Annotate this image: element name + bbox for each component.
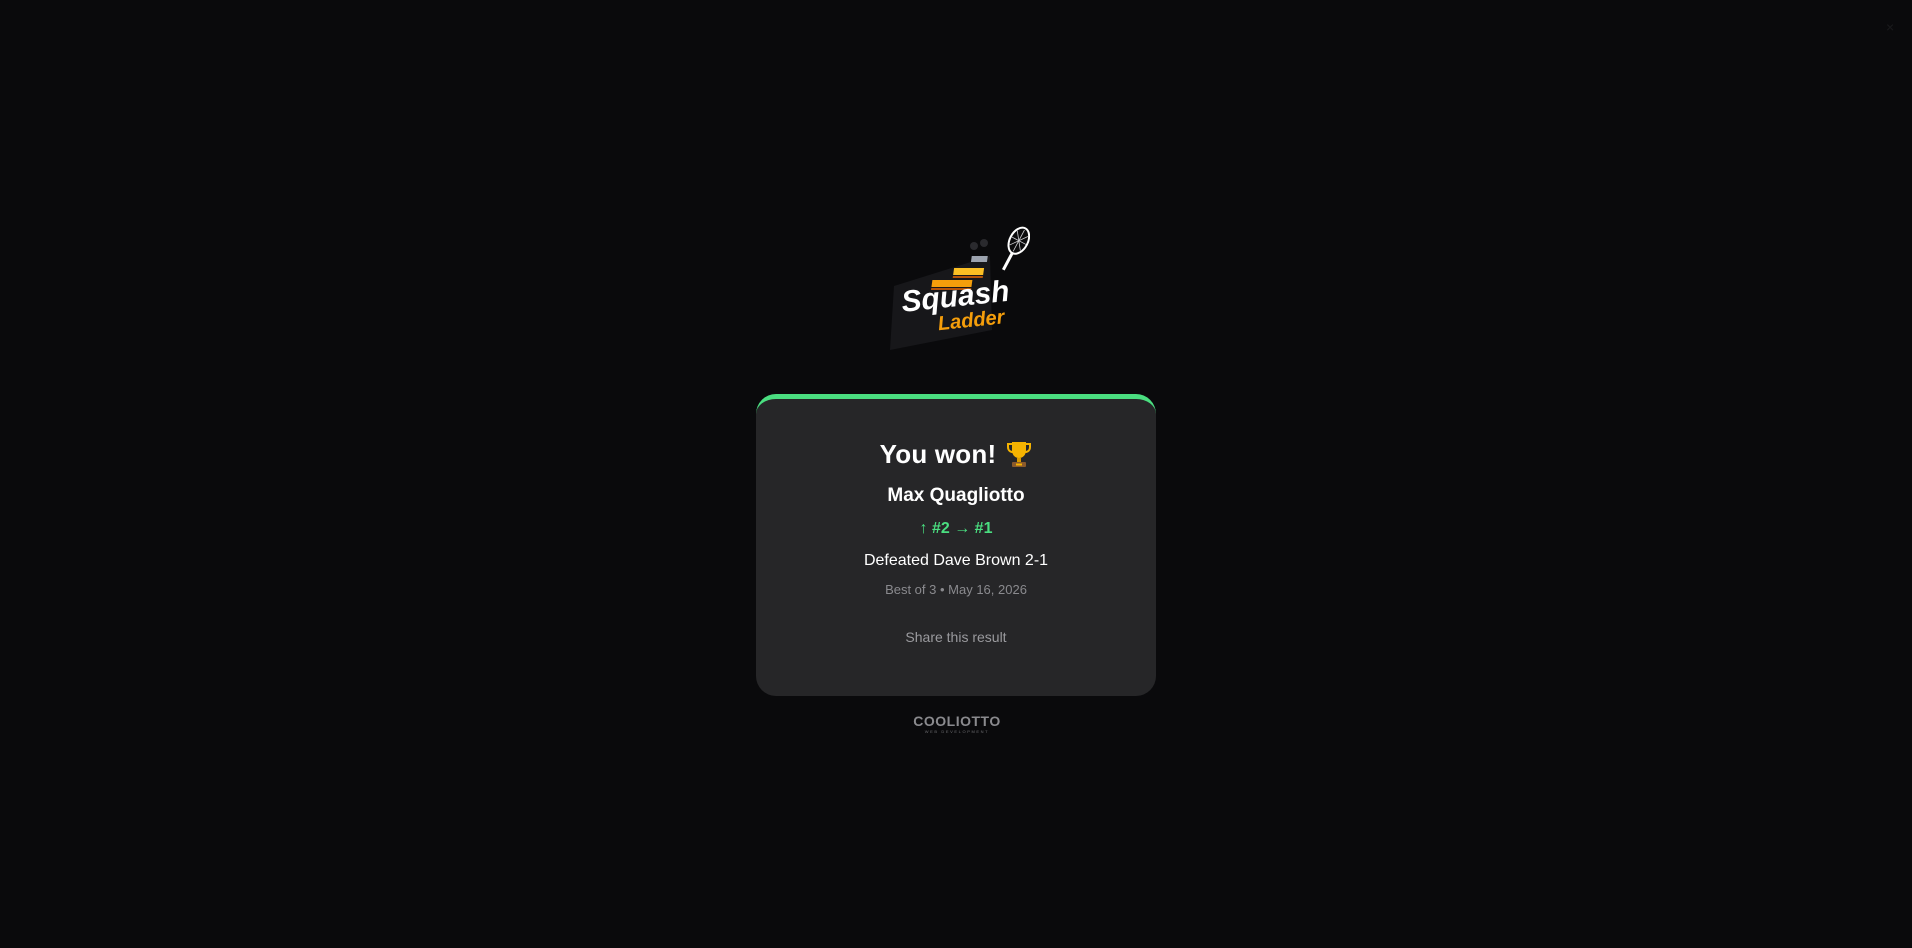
page: × Squash Ladder You won! Max Quagliotto … (0, 0, 1912, 948)
match-meta: Best of 3 • May 16, 2026 (885, 582, 1027, 597)
squash-ladder-logo: Squash Ladder (880, 226, 1030, 352)
player-name: Max Quagliotto (887, 485, 1025, 506)
share-result-button[interactable]: Share this result (899, 627, 1012, 647)
match-result: Defeated Dave Brown 2-1 (863, 552, 1049, 569)
trophy-icon (1006, 440, 1032, 468)
footer-brand-name: COOLIOTTO (913, 713, 1001, 729)
title-row: You won! (756, 437, 1156, 471)
result-card: You won! Max Quagliotto ↑ #2 → #1 Defeat… (756, 394, 1156, 696)
footer-brand-sub: WEB DEVELOPMENT (924, 729, 990, 734)
result-title: You won! (879, 438, 997, 469)
rank-change: ↑ #2 → #1 (919, 520, 993, 537)
logo-text: Squash Ladder (900, 275, 1013, 338)
close-icon[interactable]: × (1886, 20, 1900, 34)
footer-brand-logo[interactable]: COOLIOTTO WEB DEVELOPMENT (912, 713, 1002, 737)
